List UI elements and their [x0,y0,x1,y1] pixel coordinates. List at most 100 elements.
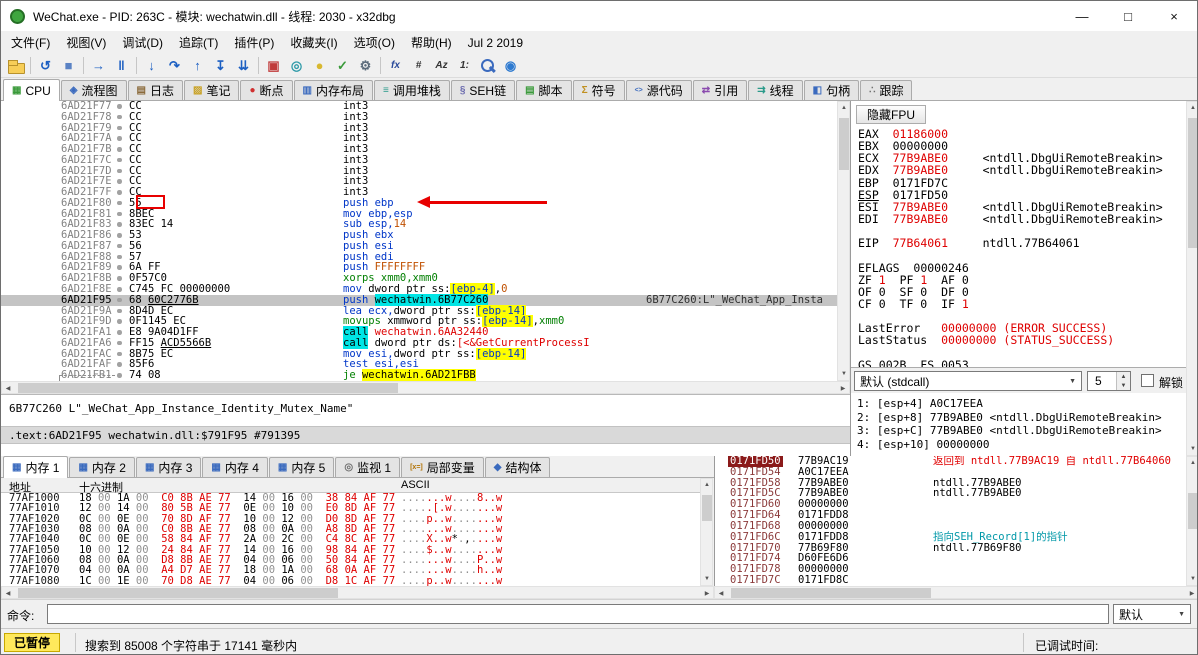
disasm-row[interactable]: 6AD21F78 CC int3 [1,111,837,123]
register-row[interactable]: ECX 77B9ABE0 <ntdll.DbgUiRemoteBreakin> [858,152,1184,164]
command-input[interactable] [47,604,1109,624]
memory-dump-pane[interactable]: 地址 十六进制 ASCII 77AF1000 18 00 1A 00 C0 8B … [1,478,700,586]
scroll-right-icon[interactable]: ▶ [1186,587,1197,599]
tab-script[interactable]: ▤ 脚本 [516,80,572,100]
disasm-row[interactable]: 6AD21F7D CC int3 [1,165,837,177]
menu-item-help[interactable]: 帮助(H) [403,31,460,54]
register-row[interactable]: OF 0 SF 0 DF 0 [858,286,1184,298]
stack-vertical-scrollbar[interactable]: ▲ ▼ [1186,456,1197,586]
unlock-checkbox[interactable] [1141,374,1154,387]
argument-count-spinner[interactable]: 5 ▲ ▼ [1087,371,1131,391]
hide-fpu-button[interactable]: 隐藏FPU [856,105,927,124]
disasm-row[interactable]: 6AD21FB1 74 08 je wechatwin.6AD21FBB [1,369,837,381]
argument-row[interactable]: 2: [esp+8] 77B9ABE0 <ntdll.DbgUiRemoteBr… [851,411,1186,425]
stack-row[interactable]: 0171FD74 D60FE6D6 [715,553,1186,564]
strings-icon[interactable]: Az [431,56,452,76]
step-over-icon[interactable]: ↷ [164,56,185,76]
menu-item-plugins[interactable]: 插件(P) [226,31,282,54]
stack-row[interactable]: 0171FD50 77B9AC19 返回到 ntdll.77B9AC19 自 ntd… [715,456,1186,467]
register-row[interactable]: EAX 01186000 [858,128,1184,140]
disasm-row[interactable]: 6AD21F87 56 push esi [1,241,837,252]
register-row[interactable]: LastStatus 00000000 (STATUS_SUCCESS) [858,334,1184,346]
stack-row[interactable]: 0171FD6C 0171FDD8 指向SEH_Record[1]的指针 [715,531,1186,543]
register-row[interactable]: EIP 77B64061 ntdll.77B64061 [858,237,1184,249]
register-row[interactable]: EDX 77B9ABE0 <ntdll.DbgUiRemoteBreakin> [858,164,1184,176]
menu-item-options[interactable]: 选项(O) [346,31,403,54]
tab-dump-1[interactable]: ▦ 内存 1 [3,456,69,478]
open-file-icon[interactable] [5,56,26,76]
maximize-button[interactable]: □ [1105,1,1151,31]
tab-trace[interactable]: ∴ 跟踪 [860,80,913,100]
tab-source[interactable]: <> 源代码 [625,80,692,100]
disassembly-pane[interactable]: 6AD21F77 CC int3 6AD21F78 CC int3 6AD21F79 CC in… [1,101,837,381]
scroll-left-icon[interactable]: ◀ [2,587,14,599]
tab-dump-2[interactable]: ▦ 内存 2 [69,457,135,477]
register-row[interactable] [858,249,1184,261]
tab-dump-5[interactable]: ▦ 内存 5 [268,457,335,477]
tab-graph[interactable]: ◈ 流程图 [60,80,127,100]
trace-coverage-icon[interactable]: ◎ [286,56,307,76]
tab-notes[interactable]: ▨ 笔记 [183,80,240,100]
scroll-up-icon[interactable]: ▲ [1187,102,1197,114]
menu-item-trace[interactable]: 追踪(T) [171,31,226,54]
tab-memory-map[interactable]: ▥ 内存布局 [293,80,373,100]
tab-struct[interactable]: ◆ 结构体 [484,457,551,477]
disasm-row[interactable]: 6AD21F81 8BEC mov ebp,esp [1,208,837,220]
register-row[interactable]: LastError 00000000 (ERROR_SUCCESS) [858,322,1184,334]
menu-item-debug[interactable]: 调试(D) [114,31,171,54]
disasm-row[interactable]: 6AD21F79 CC int3 [1,122,837,134]
scrollbar-thumb[interactable] [18,588,338,598]
disasm-row[interactable]: 6AD21F83 83EC 14 sub esp,14 [1,219,837,230]
disasm-row[interactable]: 6AD21F7B CC int3 [1,144,837,155]
tab-dump-3[interactable]: ▦ 内存 3 [135,457,202,477]
search-icon[interactable] [477,56,498,76]
scroll-down-icon[interactable]: ▼ [701,573,713,585]
register-row[interactable] [858,347,1184,359]
scrollbar-thumb[interactable] [1188,118,1197,248]
disasm-row[interactable]: 6AD21F7E CC int3 [1,176,837,187]
functions-icon[interactable]: fx [385,56,406,76]
scroll-down-icon[interactable]: ▼ [1187,573,1197,585]
close-button[interactable]: × [1151,1,1197,31]
disasm-row[interactable]: 6AD21F86 53 push ebx [1,230,837,241]
scroll-down-icon[interactable]: ▼ [838,368,850,380]
breakpoints-icon[interactable]: ▣ [263,56,284,76]
tab-references[interactable]: ⇄ 引用 [692,80,748,100]
tab-call-stack[interactable]: ≡ 调用堆栈 [373,80,450,100]
argument-row[interactable]: 1: [esp+4] A0C17EEA [851,397,1186,411]
pause-icon[interactable]: ‖ [111,56,132,76]
dump-horizontal-scrollbar[interactable]: ◀ ▶ [1,586,714,599]
stack-row[interactable]: 0171FD5C 77B9ABE0 ntdll.77B9ABE0 [715,488,1186,499]
register-row[interactable]: EBX 00000000 [858,140,1184,152]
tab-breakpoints[interactable]: ● 断点 [240,80,293,100]
calling-convention-select[interactable]: 默认 (stdcall) ▼ [854,371,1082,391]
tab-locals[interactable]: [x=] 局部变量 [401,457,484,477]
menu-item-build-date[interactable]: Jul 2 2019 [460,33,531,53]
register-row[interactable]: EBP 0171FD7C [858,177,1184,189]
tab-handles[interactable]: ◧ 句柄 [803,80,860,100]
argument-row[interactable]: 3: [esp+C] 77B9ABE0 <ntdll.DbgUiRemoteBr… [851,424,1186,438]
scrollbar-thumb[interactable] [839,118,849,170]
stop-icon[interactable]: ■ [58,56,79,76]
restart-icon[interactable]: ↺ [35,56,56,76]
scrollbar-thumb[interactable] [1188,493,1197,529]
spinner-up-icon[interactable]: ▲ [1116,372,1130,381]
scroll-down-icon[interactable]: ▼ [1187,443,1197,455]
registers-scrollbar[interactable]: ▲ ▼ [1186,101,1197,456]
dump-row[interactable]: 77AF1080 1C 00 1E 00 70 D8 AE 77 04 00 06… [1,575,700,586]
scroll-up-icon[interactable]: ▲ [701,479,713,491]
minimize-button[interactable]: — [1059,1,1105,31]
hash-icon[interactable]: # [408,56,429,76]
menu-item-favourites[interactable]: 收藏夹(I) [282,31,345,54]
stack-row[interactable]: 0171FD78 00000000 [715,564,1186,575]
register-row[interactable] [858,225,1184,237]
stack-row[interactable]: 0171FD7C 0171FD8C [715,575,1186,586]
disasm-row[interactable]: 6AD21FAC 8B75 EC mov esi,dword ptr ss:[ebp… [1,347,837,360]
scroll-up-icon[interactable]: ▲ [838,102,850,114]
scroll-right-icon[interactable]: ▶ [701,587,713,599]
step-into-source-icon[interactable]: ↧ [210,56,231,76]
scroll-up-icon[interactable]: ▲ [1187,457,1197,469]
stack-row[interactable]: 0171FD64 0171FDD8 [715,510,1186,521]
step-into-icon[interactable]: ↓ [141,56,162,76]
menu-item-view[interactable]: 视图(V) [58,31,114,54]
